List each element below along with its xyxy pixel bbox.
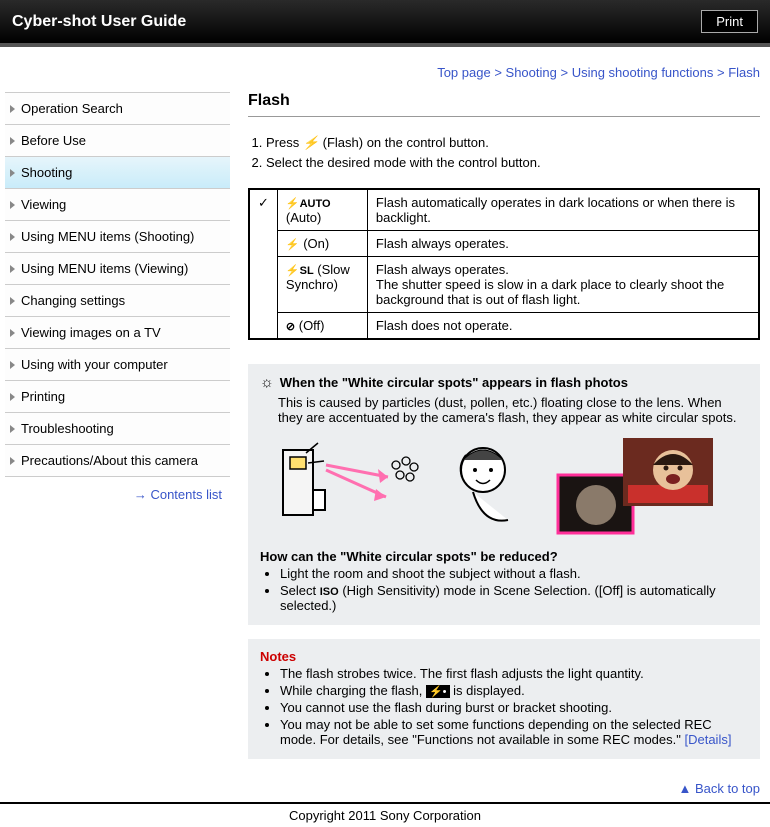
sidebar-item-8[interactable]: Using with your computer [5,349,230,381]
arrow-right-icon: → [134,487,147,502]
note-3: You cannot use the flash during burst or… [280,700,748,715]
tip-bullet-1: Light the room and shoot the subject wit… [280,566,748,581]
mode-desc: Flash automatically operates in dark loc… [367,189,759,231]
tip-body: This is caused by particles (dust, polle… [278,395,748,425]
back-to-top-link[interactable]: ▲ Back to top [0,769,770,802]
details-link[interactable]: [Details] [684,732,731,747]
notes-box: Notes The flash strobes twice. The first… [248,639,760,759]
flash-mode-icon: ⚡SL [286,265,314,277]
sidebar-item-9[interactable]: Printing [5,381,230,413]
table-row: ✓⚡AUTO (Auto)Flash automatically operate… [249,189,759,231]
illustration [278,435,748,535]
page-title: Flash [248,92,760,117]
notes-title: Notes [260,649,748,664]
breadcrumb-top[interactable]: Top page [437,65,491,80]
flash-modes-table: ✓⚡AUTO (Auto)Flash automatically operate… [248,188,760,340]
table-row: ⚡SL (Slow Synchro)Flash always operates.… [249,257,759,313]
sidebar-item-7[interactable]: Viewing images on a TV [5,317,230,349]
mode-cell: ⚡SL (Slow Synchro) [277,257,367,313]
tip-box: When the "White circular spots" appears … [248,364,760,625]
tip-bullets: Light the room and shoot the subject wit… [280,566,748,613]
mode-desc: Flash always operates. The shutter speed… [367,257,759,313]
sidebar-item-3[interactable]: Viewing [5,189,230,221]
iso-icon: ISO [320,586,339,598]
steps-list: Press ⚡ (Flash) on the control button. S… [266,135,760,170]
sidebar-item-6[interactable]: Changing settings [5,285,230,317]
step-1: Press ⚡ (Flash) on the control button. [266,135,760,151]
step-2: Select the desired mode with the control… [266,155,760,170]
main-content: Flash Press ⚡ (Flash) on the control but… [230,92,770,769]
mode-cell: ⊘ (Off) [277,313,367,340]
flash-charge-icon: ⚡• [426,685,450,698]
tip-title: When the "White circular spots" appears … [260,374,748,391]
table-row: ⊘ (Off)Flash does not operate. [249,313,759,340]
sidebar: Operation SearchBefore UseShootingViewin… [0,92,230,769]
note-2: While charging the flash, ⚡• is displaye… [280,683,748,698]
sidebar-item-11[interactable]: Precautions/About this camera [5,445,230,477]
note-1: The flash strobes twice. The first flash… [280,666,748,681]
note-4: You may not be able to set some function… [280,717,748,747]
sidebar-item-1[interactable]: Before Use [5,125,230,157]
contents-list-link[interactable]: → Contents list [5,477,230,512]
mode-cell: ⚡ (On) [277,231,367,257]
flash-mode-icon: ⚡AUTO [286,198,331,210]
table-row: ⚡ (On)Flash always operates. [249,231,759,257]
header: Cyber-shot User Guide Print [0,0,770,47]
mode-desc: Flash always operates. [367,231,759,257]
triangle-up-icon: ▲ [678,781,691,796]
check-icon: ✓ [249,189,277,339]
tip-subhead: How can the "White circular spots" be re… [260,549,748,564]
flash-mode-icon: ⚡ [286,239,300,251]
sidebar-item-10[interactable]: Troubleshooting [5,413,230,445]
mode-desc: Flash does not operate. [367,313,759,340]
tip-bullet-2: Select ISO (High Sensitivity) mode in Sc… [280,583,748,613]
print-button[interactable]: Print [701,10,758,33]
breadcrumb-functions[interactable]: Using shooting functions [572,65,714,80]
flash-mode-icon: ⊘ [286,321,295,333]
breadcrumb-shooting[interactable]: Shooting [506,65,557,80]
sidebar-item-4[interactable]: Using MENU items (Shooting) [5,221,230,253]
footer: Copyright 2011 Sony Corporation [0,802,770,827]
sidebar-item-5[interactable]: Using MENU items (Viewing) [5,253,230,285]
breadcrumb-flash[interactable]: Flash [728,65,760,80]
header-title: Cyber-shot User Guide [12,13,186,31]
mode-cell: ⚡AUTO (Auto) [277,189,367,231]
sidebar-item-0[interactable]: Operation Search [5,93,230,125]
breadcrumb: Top page > Shooting > Using shooting fun… [0,47,770,92]
flash-icon: ⚡ [303,135,319,150]
sidebar-item-2[interactable]: Shooting [5,157,230,189]
